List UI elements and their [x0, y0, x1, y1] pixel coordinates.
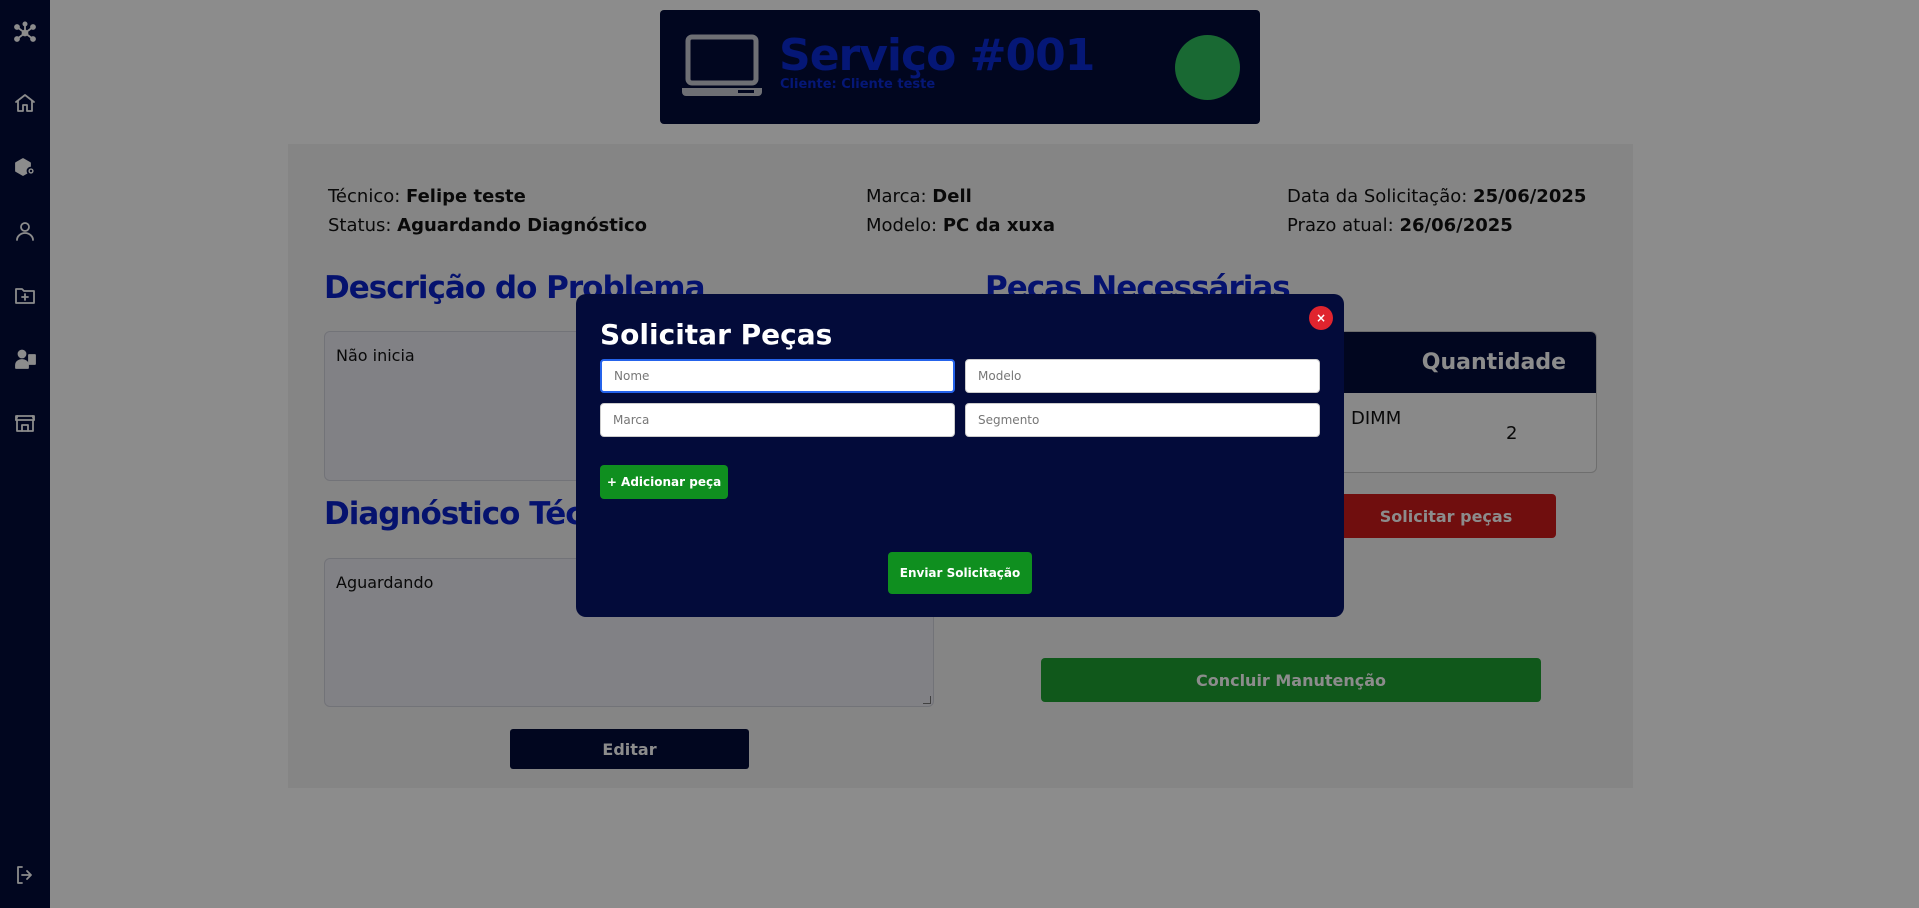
part-segment-input[interactable] [965, 403, 1320, 437]
request-parts-modal: Solicitar Peças × + Adicionar peça Envia… [576, 294, 1344, 617]
close-button[interactable]: × [1309, 306, 1333, 330]
send-request-button[interactable]: Enviar Solicitação [888, 552, 1032, 594]
part-name-input[interactable] [600, 359, 955, 393]
add-part-button[interactable]: + Adicionar peça [600, 465, 728, 499]
part-model-input[interactable] [965, 359, 1320, 393]
modal-title: Solicitar Peças [600, 318, 833, 351]
part-brand-input[interactable] [600, 403, 955, 437]
